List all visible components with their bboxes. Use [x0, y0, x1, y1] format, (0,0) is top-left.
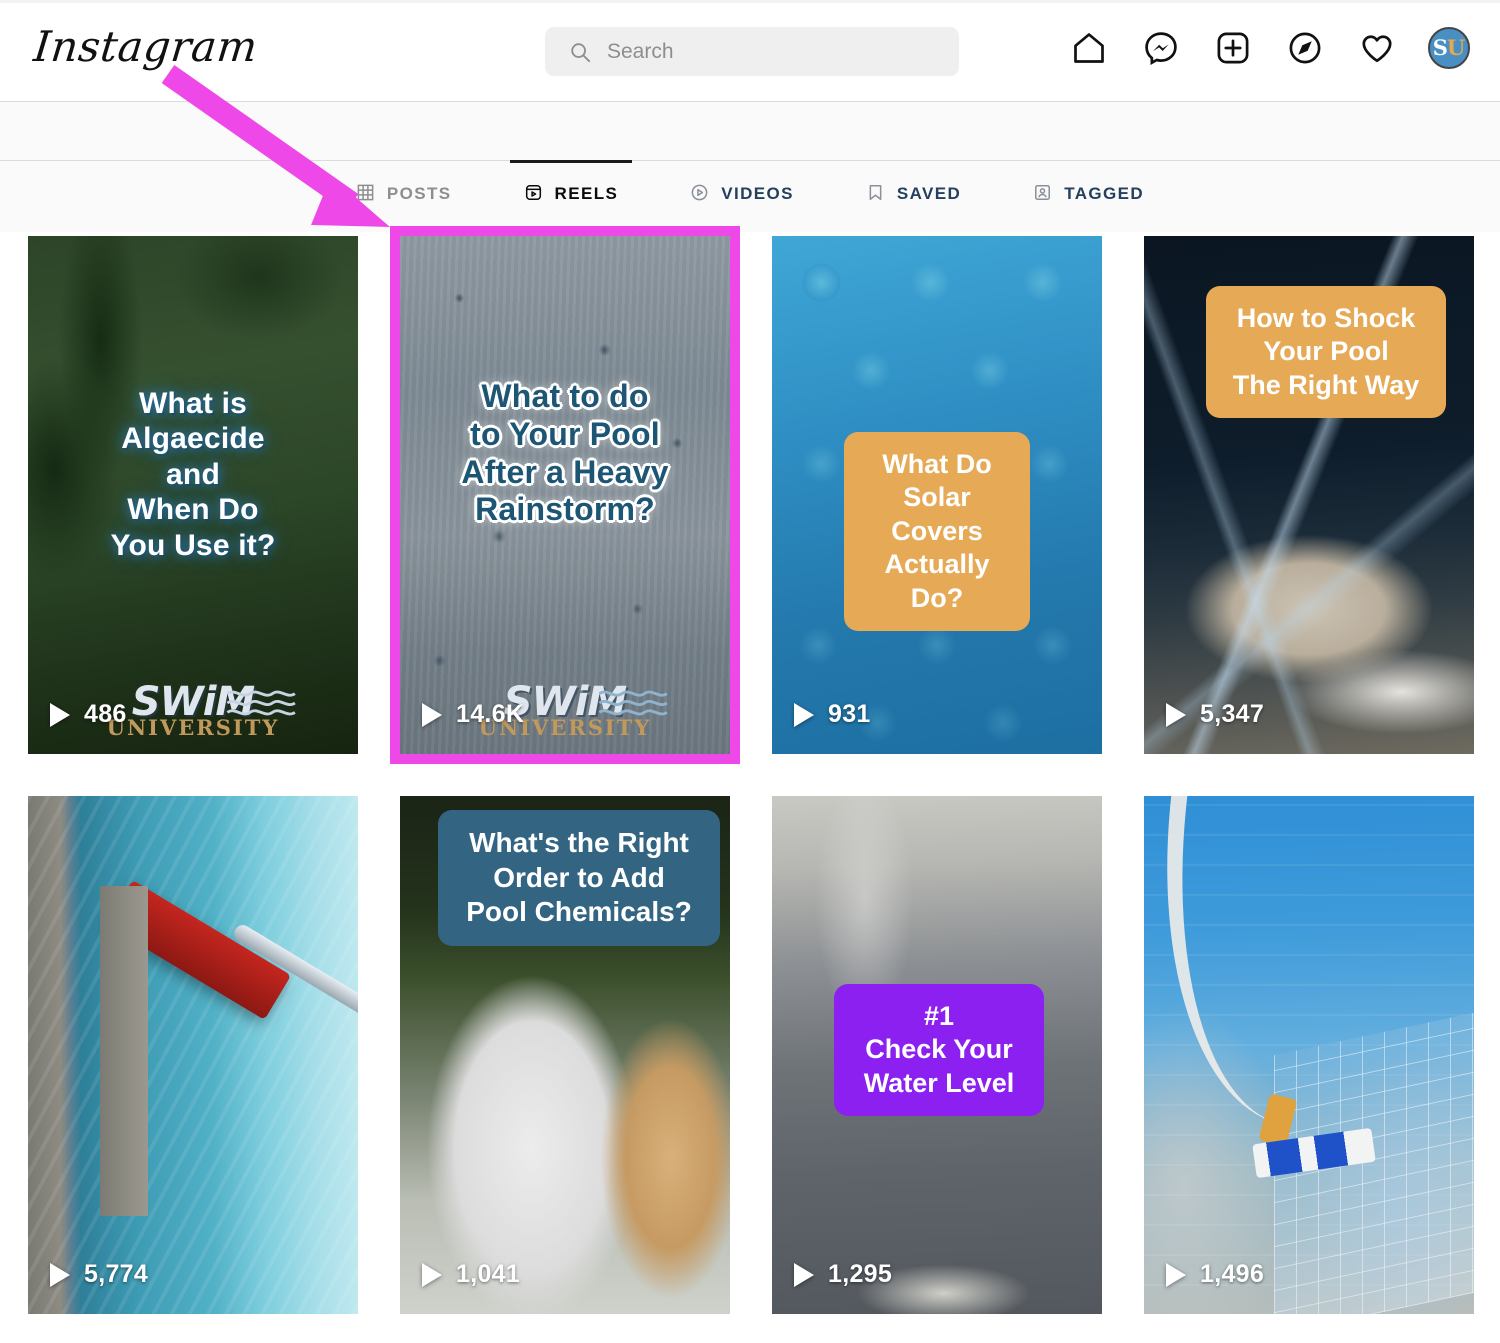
reel-5-image	[28, 796, 358, 1314]
reel-thumbnail-1[interactable]: What is Algaecide and When Do You Use it…	[28, 236, 358, 754]
tab-videos[interactable]: VIDEOS	[654, 161, 830, 217]
search-icon	[569, 41, 591, 63]
reel-thumbnail-6[interactable]: What's the Right Order to Add Pool Chemi…	[400, 796, 730, 1314]
reel-thumbnail-8[interactable]: 1,496	[1144, 796, 1474, 1314]
tab-reels[interactable]: REELS	[488, 160, 655, 217]
instagram-logo[interactable]: Instagram	[31, 22, 260, 71]
reel-thumbnail-7[interactable]: #1 Check Your Water Level 1,295	[772, 796, 1102, 1314]
tab-videos-label: VIDEOS	[721, 184, 794, 203]
tab-tagged[interactable]: TAGGED	[997, 161, 1180, 217]
tab-posts[interactable]: POSTS	[320, 161, 488, 217]
messenger-icon[interactable]	[1137, 24, 1184, 71]
reel-6-image	[400, 796, 730, 1314]
profile-tabs: POSTS REELS VIDEOS SAVED TAGGED	[0, 160, 1500, 232]
reels-grid: What is Algaecide and When Do You Use it…	[0, 226, 1500, 1314]
reel-2-image	[400, 236, 730, 754]
tab-saved-label: SAVED	[896, 184, 962, 203]
avatar-initial-s: S	[1432, 35, 1448, 60]
reel-thumbnail-2[interactable]: What to do to Your Pool After a Heavy Ra…	[390, 226, 740, 764]
reel-7-image	[772, 796, 1102, 1314]
profile-avatar[interactable]: SU	[1425, 24, 1472, 71]
tab-saved[interactable]: SAVED	[830, 161, 997, 217]
reel-1-image	[28, 236, 358, 754]
profile-spacer	[0, 102, 1500, 160]
tab-posts-label: POSTS	[386, 184, 452, 203]
reel-3-image	[772, 236, 1102, 754]
nav-icon-group: SU	[1065, 24, 1472, 71]
new-post-icon[interactable]	[1209, 24, 1256, 71]
search-placeholder: Search	[607, 39, 674, 63]
reel-4-image	[1144, 236, 1474, 754]
avatar-initial-u: U	[1446, 35, 1465, 60]
reel-thumbnail-4[interactable]: How to Shock Your Pool The Right Way 5,3…	[1144, 236, 1474, 754]
reel-8-image	[1144, 796, 1474, 1314]
reel-thumbnail-5[interactable]: 5,774	[28, 796, 358, 1314]
search-input[interactable]: Search	[545, 27, 959, 76]
explore-icon[interactable]	[1281, 24, 1328, 71]
tab-tagged-label: TAGGED	[1064, 184, 1145, 203]
top-navigation-bar: Instagram Search SU	[0, 0, 1500, 102]
activity-heart-icon[interactable]	[1353, 24, 1400, 71]
tab-reels-label: REELS	[554, 184, 619, 203]
home-icon[interactable]	[1065, 24, 1112, 71]
reel-thumbnail-3[interactable]: What Do Solar Covers Actually Do? 931	[772, 236, 1102, 754]
